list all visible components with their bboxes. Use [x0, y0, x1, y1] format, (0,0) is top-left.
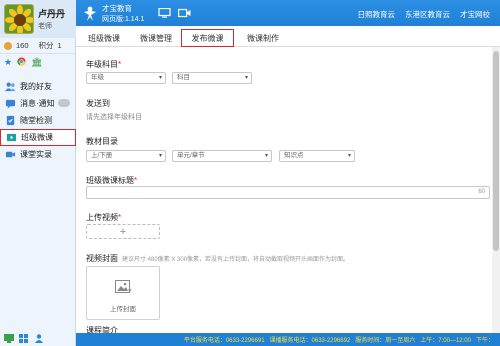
header-links: 日照教育云 东港区教育云 才宝网校: [358, 9, 491, 20]
service-morning-hours: 上午：7:00—12:00: [420, 338, 471, 344]
cover-upload-text: 上传封面: [110, 306, 136, 313]
sidebar-nav: 我的好友 消息·通知 随堂检测 班级微课 课堂实录: [0, 78, 76, 163]
contacts-icon[interactable]: [34, 334, 44, 343]
link-donggang-edu-cloud[interactable]: 东港区教育云: [405, 9, 450, 20]
sidebar-item-label: 消息·通知: [20, 99, 55, 108]
tab-class-microcourse[interactable]: 班级微课: [80, 29, 128, 47]
tab-microcourse-manage[interactable]: 微课管理: [132, 29, 180, 47]
knowledge-point-select[interactable]: 知识点 ▾: [279, 150, 355, 162]
quiz-icon: [5, 115, 16, 126]
send-to-label: 发送到: [86, 99, 110, 108]
sunflower-avatar-image: [5, 5, 33, 33]
notification-toggle[interactable]: [58, 99, 70, 107]
catalog-label: 教材目录: [86, 137, 118, 146]
volume-select[interactable]: 上/下册 ▾: [86, 150, 166, 162]
sidebar-bottom-tools: [4, 334, 44, 343]
grid-icon[interactable]: [19, 334, 29, 343]
microcourse-icon: [6, 132, 17, 143]
service-footer: 平台服务电话：0633-2296691 课播服务电话：0633-2296692 …: [76, 333, 500, 346]
bank-icon[interactable]: 🏛: [31, 57, 42, 67]
tab-bar: 班级微课 微课管理 发布微课 微课制作: [76, 26, 500, 47]
course-service-phone: 课播服务电话：0633-2296692: [269, 338, 351, 344]
chevron-down-icon: ▾: [244, 75, 248, 81]
title-label: 班级微课标题*: [86, 176, 138, 185]
sidebar-item-label: 我的好友: [20, 82, 52, 91]
coin-icon: [4, 41, 12, 50]
title-input[interactable]: 60: [86, 186, 490, 199]
user-name: 卢丹丹: [38, 9, 66, 19]
form-scrollbar[interactable]: [492, 47, 500, 333]
star-icon[interactable]: ★: [4, 57, 12, 67]
image-upload-icon: [115, 280, 132, 297]
platform-service-phone: 平台服务电话：0633-2296691: [183, 338, 265, 344]
cover-label: 视频封面: [86, 254, 118, 263]
grade-select[interactable]: 年级 ▾: [86, 72, 166, 84]
unit-select[interactable]: 单元/章节 ▾: [172, 150, 272, 162]
sidebar-item-messages[interactable]: 消息·通知: [0, 95, 76, 112]
chevron-down-icon: ▾: [158, 153, 162, 159]
sidebar-item-class-microcourse[interactable]: 班级微课: [0, 129, 76, 146]
friends-icon: [5, 81, 16, 92]
subject-select[interactable]: 科目 ▾: [172, 72, 252, 84]
quick-apps: ★ 🏛: [0, 54, 76, 70]
send-to-hint: 请先选择年级科目: [86, 114, 142, 121]
app-version: 网页版:1.14.1: [102, 16, 145, 23]
app-logo-icon: [81, 4, 99, 22]
upload-video-button[interactable]: +: [86, 224, 160, 239]
upload-cover-button[interactable]: 上传封面: [86, 266, 160, 320]
service-days: 服务时间：周一至周六: [355, 338, 416, 344]
grade-subject-label: 年级科目*: [86, 60, 122, 69]
app-header: 才宝教育 网页版:1.14.1 日照教育云 东港区教育云 才宝网校: [76, 0, 500, 26]
points-count: 1: [57, 41, 62, 50]
user-role: 老师: [38, 23, 52, 30]
screen-icon[interactable]: [4, 334, 14, 343]
upload-video-label: 上传视频*: [86, 213, 122, 222]
service-afternoon-hours: 下午：: [475, 338, 494, 344]
chrome-icon[interactable]: [17, 56, 26, 68]
link-caibao-school[interactable]: 才宝网校: [460, 9, 490, 20]
camera-icon[interactable]: [178, 8, 191, 18]
tab-publish-microcourse[interactable]: 发布微课: [181, 29, 234, 47]
points-label: 积分: [38, 41, 54, 50]
sidebar-item-quiz[interactable]: 随堂检测: [0, 112, 76, 129]
message-icon: [5, 98, 16, 109]
tab-make-microcourse[interactable]: 微课制作: [238, 29, 288, 47]
user-stats: 160 积分 1: [0, 38, 76, 54]
sidebar-item-label: 班级微课: [21, 133, 53, 142]
sidebar-item-label: 随堂检测: [20, 116, 52, 125]
monitor-icon[interactable]: [158, 7, 171, 18]
plus-icon: +: [119, 225, 127, 238]
chevron-down-icon: ▾: [347, 153, 351, 159]
sidebar: 卢丹丹 老师 160 积分 1 ★ 🏛 我的好友 消息·通知 随堂检测 班级微课…: [0, 0, 76, 346]
intro-label: 课程简介: [86, 326, 118, 333]
sidebar-item-friends[interactable]: 我的好友: [0, 78, 76, 95]
publish-form: 年级科目* 年级 ▾ 科目 ▾ 发送到 请先选择年级科目 教材目录 上/下册 ▾ 单元…: [76, 47, 492, 333]
scrollbar-thumb[interactable]: [493, 51, 499, 251]
chevron-down-icon: ▾: [158, 75, 162, 81]
coin-count: 160: [16, 41, 29, 50]
title-char-counter: 60: [478, 189, 485, 195]
brand-name: 才宝教育: [102, 4, 132, 13]
sidebar-item-class-record[interactable]: 课堂实录: [0, 146, 76, 163]
avatar[interactable]: [4, 4, 34, 34]
link-rizhao-edu-cloud[interactable]: 日照教育云: [358, 9, 396, 20]
sidebar-item-label: 课堂实录: [20, 150, 52, 159]
chevron-down-icon: ▾: [264, 153, 268, 159]
cover-size-hint: 建议尺寸 480像素 X 300像素，若没有上传封面，将自动截取视频开头画面作为…: [122, 257, 350, 263]
profile-card: 卢丹丹 老师: [0, 0, 76, 38]
video-record-icon: [5, 149, 16, 160]
